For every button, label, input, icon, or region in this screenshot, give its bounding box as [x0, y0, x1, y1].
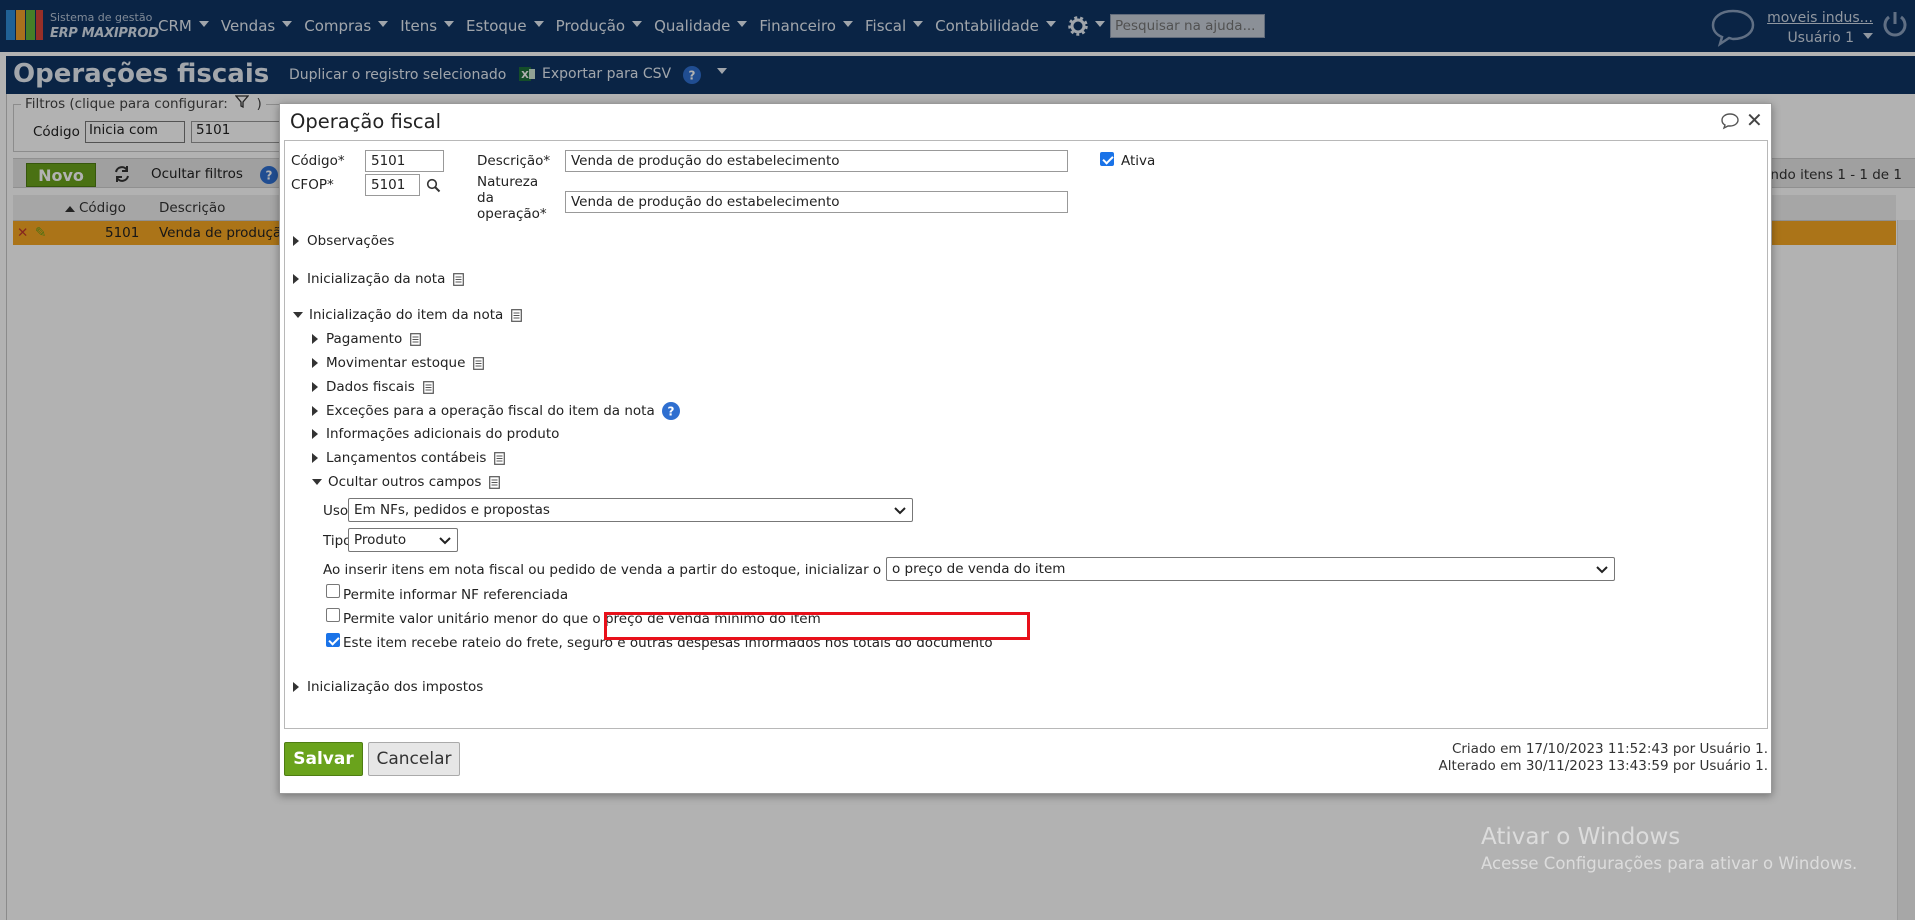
section-label: Observações: [307, 233, 395, 249]
svg-text:?: ?: [667, 405, 674, 419]
help-icon[interactable]: ?: [661, 401, 681, 421]
fiscal-operation-dialog: Operação fiscal ✕ Código* 5101 Descrição…: [279, 103, 1772, 794]
min-price-checkbox[interactable]: [326, 608, 340, 622]
nature-label: Natureza da operação*: [477, 174, 547, 222]
windows-activation-watermark: Ativar o Windows Acesse Configurações pa…: [1481, 824, 1857, 873]
tipo-value: Produto: [354, 532, 407, 548]
section-lancamentos[interactable]: Lançamentos contábeis: [312, 450, 506, 466]
chevron-down-icon: [439, 537, 451, 545]
nature-input[interactable]: Venda de produção do estabelecimento: [565, 191, 1068, 213]
section-label: Inicialização dos impostos: [307, 679, 484, 695]
document-icon: [511, 308, 523, 322]
close-icon[interactable]: ✕: [1746, 108, 1763, 132]
section-pagamento[interactable]: Pagamento: [312, 331, 422, 347]
expand-icon: [312, 429, 318, 439]
section-init-nota[interactable]: Inicialização da nota: [293, 271, 465, 287]
uso-value: Em NFs, pedidos e propostas: [354, 502, 550, 518]
collapse-icon: [312, 479, 322, 485]
dialog-title-bar[interactable]: [280, 104, 1771, 140]
tipo-select[interactable]: Produto: [348, 528, 458, 552]
chevron-down-icon: [894, 507, 906, 515]
section-dados-fiscais[interactable]: Dados fiscais: [312, 379, 434, 395]
code-label: Código*: [291, 153, 345, 169]
nf-referenced-checkbox[interactable]: [326, 584, 340, 598]
dialog-form-panel: Código* 5101 Descrição* Venda de produçã…: [284, 140, 1768, 729]
unit-value-selected: o preço de venda do item: [892, 561, 1066, 577]
section-init-item[interactable]: Inicialização do item da nota: [293, 307, 523, 323]
nature-label-line-2: da: [477, 190, 494, 206]
section-label: Inicialização do item da nota: [309, 307, 504, 323]
document-icon: [410, 332, 422, 346]
modified-info: Alterado em 30/11/2023 13:43:59 por Usuá…: [1438, 758, 1768, 774]
cancel-button[interactable]: Cancelar: [368, 742, 460, 776]
section-label: Dados fiscais: [326, 379, 415, 395]
section-label: Exceções para a operação fiscal do item …: [326, 403, 655, 419]
cfop-label: CFOP*: [291, 177, 334, 193]
collapse-icon: [293, 312, 303, 318]
expand-icon: [312, 406, 318, 416]
section-label: Informações adicionais do produto: [326, 426, 560, 442]
created-info: Criado em 17/10/2023 11:52:43 por Usuári…: [1451, 741, 1768, 757]
expand-icon: [312, 382, 318, 392]
section-init-impostos[interactable]: Inicialização dos impostos: [293, 679, 483, 695]
chevron-down-icon: [1596, 566, 1608, 574]
description-input[interactable]: Venda de produção do estabelecimento: [565, 150, 1068, 172]
expand-icon: [293, 682, 299, 692]
section-observacoes[interactable]: Observações: [293, 233, 394, 249]
document-icon: [422, 380, 434, 394]
section-label: Inicialização da nota: [307, 271, 446, 287]
section-label: Ocultar outros campos: [328, 474, 482, 490]
uso-label: Uso: [323, 503, 349, 519]
description-label: Descrição*: [477, 153, 551, 169]
freight-apportionment-checkbox[interactable]: [326, 633, 340, 647]
comment-icon[interactable]: [1720, 112, 1740, 130]
expand-icon: [312, 453, 318, 463]
nature-label-line-3: operação*: [477, 206, 547, 222]
document-icon: [453, 272, 465, 286]
watermark-title: Ativar o Windows: [1481, 824, 1681, 850]
expand-icon: [293, 236, 299, 246]
unit-value-select[interactable]: o preço de venda do item: [886, 557, 1615, 581]
section-label: Movimentar estoque: [326, 355, 466, 371]
highlight-annotation: [604, 612, 1030, 640]
section-excecoes[interactable]: Exceções para a operação fiscal do item …: [312, 401, 681, 421]
save-button[interactable]: Salvar: [284, 742, 363, 776]
dialog-title: Operação fiscal: [290, 110, 442, 133]
uso-select[interactable]: Em NFs, pedidos e propostas: [348, 498, 913, 522]
expand-icon: [312, 358, 318, 368]
section-movimentar-estoque[interactable]: Movimentar estoque: [312, 355, 485, 371]
section-info-adicionais[interactable]: Informações adicionais do produto: [312, 426, 559, 442]
document-icon: [473, 356, 485, 370]
expand-icon: [312, 334, 318, 344]
active-checkbox[interactable]: [1100, 152, 1114, 166]
code-input[interactable]: 5101: [365, 150, 444, 172]
expand-icon: [293, 274, 299, 284]
cfop-input[interactable]: 5101: [365, 174, 420, 196]
document-icon: [494, 451, 506, 465]
section-label: Lançamentos contábeis: [326, 450, 487, 466]
active-label: Ativa: [1121, 153, 1156, 169]
search-icon[interactable]: [426, 178, 441, 193]
nf-referenced-label: Permite informar NF referenciada: [343, 587, 569, 603]
section-label: Pagamento: [326, 331, 403, 347]
section-ocultar-outros[interactable]: Ocultar outros campos: [312, 474, 501, 490]
nature-label-line-1: Natureza: [477, 174, 539, 190]
document-icon: [489, 475, 501, 489]
audit-info: Criado em 17/10/2023 11:52:43 por Usuári…: [1439, 741, 1768, 775]
watermark-subtitle: Acesse Configurações para ativar o Windo…: [1481, 854, 1858, 873]
